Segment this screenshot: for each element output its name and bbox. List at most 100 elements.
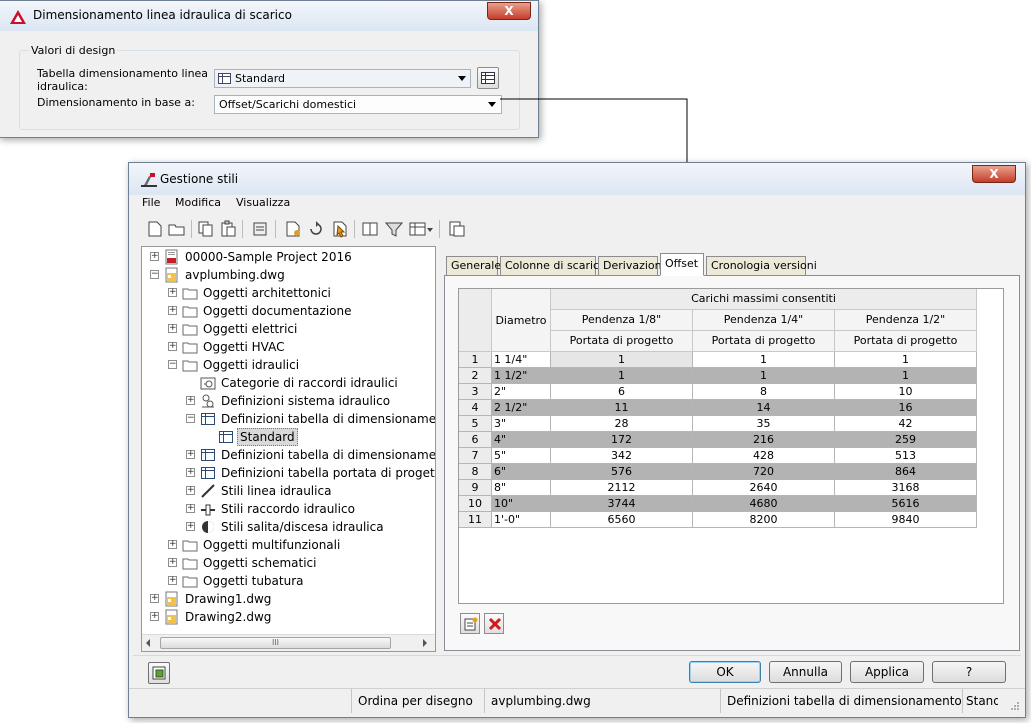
grid-cell-diameter[interactable]: 2 1/2": [492, 400, 551, 416]
compare-icon[interactable]: [361, 220, 379, 238]
scroll-right-icon[interactable]: [423, 639, 427, 647]
cancel-button[interactable]: Annulla: [769, 661, 842, 683]
tree-item[interactable]: + Stili linea idraulica: [142, 482, 435, 500]
tree-item[interactable]: − Definizioni tabella di dimensionamento: [142, 410, 435, 428]
grid-cell-slope-1[interactable]: 172: [551, 432, 693, 448]
grid-cell-slope-2[interactable]: 428: [693, 448, 835, 464]
tree-item[interactable]: +00000-Sample Project 2016: [142, 248, 435, 266]
tree-item[interactable]: + Oggetti architettonici: [142, 284, 435, 302]
help-button[interactable]: ?: [932, 661, 1006, 683]
tree-item[interactable]: + Definizioni tabella di dimensionamento: [142, 446, 435, 464]
expand-icon[interactable]: +: [168, 306, 177, 315]
grid-cell-slope-1[interactable]: 3744: [551, 496, 693, 512]
grid-cell-diameter[interactable]: 1 1/2": [492, 368, 551, 384]
grid-cell-slope-1[interactable]: 6560: [551, 512, 693, 528]
grid-cell-slope-2[interactable]: 216: [693, 432, 835, 448]
tab-cronologia-versioni[interactable]: Cronologia versioni: [706, 256, 817, 276]
expand-icon[interactable]: +: [150, 594, 159, 603]
grid-cell-slope-2[interactable]: 4680: [693, 496, 835, 512]
grid-cell-slope-2[interactable]: 720: [693, 464, 835, 480]
grid-row-number[interactable]: 10: [459, 496, 492, 512]
tree-hscrollbar[interactable]: III: [142, 634, 435, 651]
collapse-icon[interactable]: −: [168, 360, 177, 369]
tab-derivazioni[interactable]: Derivazioni: [598, 256, 665, 276]
grid-row-number[interactable]: 11: [459, 512, 492, 528]
dropdown-icon[interactable]: [426, 220, 444, 238]
tab-generale[interactable]: Generale: [446, 256, 501, 276]
grid-cell-slope-3[interactable]: 864: [835, 464, 977, 480]
filter-icon[interactable]: [385, 220, 403, 238]
expand-icon[interactable]: +: [186, 522, 195, 531]
add-row-button[interactable]: [460, 613, 480, 634]
tree-hscroll-thumb[interactable]: III: [160, 637, 391, 649]
expand-icon[interactable]: +: [150, 252, 159, 261]
grid-cell-diameter[interactable]: 10": [492, 496, 551, 512]
menu-file[interactable]: File: [142, 196, 160, 209]
tree-item[interactable]: + Drawing2.dwg: [142, 608, 435, 626]
tree-item[interactable]: + Drawing1.dwg: [142, 590, 435, 608]
grid-cell-diameter[interactable]: 5": [492, 448, 551, 464]
expand-icon[interactable]: +: [168, 342, 177, 351]
menu-visualizza[interactable]: Visualizza: [236, 196, 290, 209]
tree-item[interactable]: + Definizioni tabella portata di progetto: [142, 464, 435, 482]
expand-icon[interactable]: +: [168, 576, 177, 585]
grid-cell-slope-2[interactable]: 14: [693, 400, 835, 416]
tree-item[interactable]: + Oggetti tubatura: [142, 572, 435, 590]
grid-row-number[interactable]: 3: [459, 384, 492, 400]
grid-cell-diameter[interactable]: 1'-0": [492, 512, 551, 528]
tree-item[interactable]: + Definizioni sistema idraulico: [142, 392, 435, 410]
tab-colonne-di-scarico[interactable]: Colonne di scarico: [500, 256, 606, 276]
scroll-left-icon[interactable]: [146, 639, 150, 647]
open-icon[interactable]: [168, 220, 186, 238]
select-icon[interactable]: [331, 220, 349, 238]
grid-row-number[interactable]: 9: [459, 480, 492, 496]
grid-cell-diameter[interactable]: 1 1/4": [492, 352, 551, 368]
grid-cell-slope-3[interactable]: 1: [835, 352, 977, 368]
apply-button[interactable]: Applica: [850, 661, 924, 683]
grid-cell-slope-3[interactable]: 16: [835, 400, 977, 416]
grid-cell-slope-3[interactable]: 42: [835, 416, 977, 432]
expand-icon[interactable]: +: [186, 450, 195, 459]
grid-cell-slope-3[interactable]: 1: [835, 368, 977, 384]
tree-item[interactable]: + Stili salita/discesa idraulica: [142, 518, 435, 536]
paste-icon[interactable]: [219, 220, 237, 238]
grid-cell-slope-1[interactable]: 28: [551, 416, 693, 432]
grid-row-number[interactable]: 2: [459, 368, 492, 384]
grid-cell-slope-3[interactable]: 3168: [835, 480, 977, 496]
grid-cell-slope-1[interactable]: 2112: [551, 480, 693, 496]
expand-icon[interactable]: +: [186, 396, 195, 405]
expand-icon[interactable]: +: [168, 324, 177, 333]
view-icon[interactable]: [409, 220, 427, 238]
grid-cell-slope-2[interactable]: 8200: [693, 512, 835, 528]
expand-icon[interactable]: +: [168, 288, 177, 297]
grid-cell-slope-1[interactable]: 1: [551, 352, 693, 368]
grid-row-number[interactable]: 8: [459, 464, 492, 480]
grid-row-number[interactable]: 4: [459, 400, 492, 416]
resize-grip-icon[interactable]: [1008, 700, 1020, 712]
expand-icon[interactable]: +: [168, 540, 177, 549]
grid-cell-slope-2[interactable]: 8: [693, 384, 835, 400]
tree-item[interactable]: + Oggetti schematici: [142, 554, 435, 572]
collapse-icon[interactable]: −: [150, 270, 159, 279]
tree-item[interactable]: + Oggetti multifunzionali: [142, 536, 435, 554]
new-icon[interactable]: [146, 220, 164, 238]
grid-row-number[interactable]: 6: [459, 432, 492, 448]
ok-button[interactable]: OK: [689, 661, 761, 683]
tree-item[interactable]: Categorie di raccordi idraulici: [142, 374, 435, 392]
grid-cell-slope-2[interactable]: 2640: [693, 480, 835, 496]
grid-cell-slope-3[interactable]: 513: [835, 448, 977, 464]
grid-cell-slope-1[interactable]: 342: [551, 448, 693, 464]
grid-cell-slope-3[interactable]: 9840: [835, 512, 977, 528]
grid-cell-slope-1[interactable]: 11: [551, 400, 693, 416]
grid-row-number[interactable]: 5: [459, 416, 492, 432]
expand-icon[interactable]: +: [186, 468, 195, 477]
set-from-icon[interactable]: [307, 220, 325, 238]
expand-icon[interactable]: +: [186, 486, 195, 495]
copy-icon[interactable]: [197, 220, 215, 238]
tree-item[interactable]: + Oggetti elettrici: [142, 320, 435, 338]
grid-cell-diameter[interactable]: 2": [492, 384, 551, 400]
delete-row-button[interactable]: [484, 613, 504, 634]
grid-cell-diameter[interactable]: 8": [492, 480, 551, 496]
toggle-view-icon[interactable]: [448, 220, 466, 238]
grid-cell-slope-3[interactable]: 5616: [835, 496, 977, 512]
